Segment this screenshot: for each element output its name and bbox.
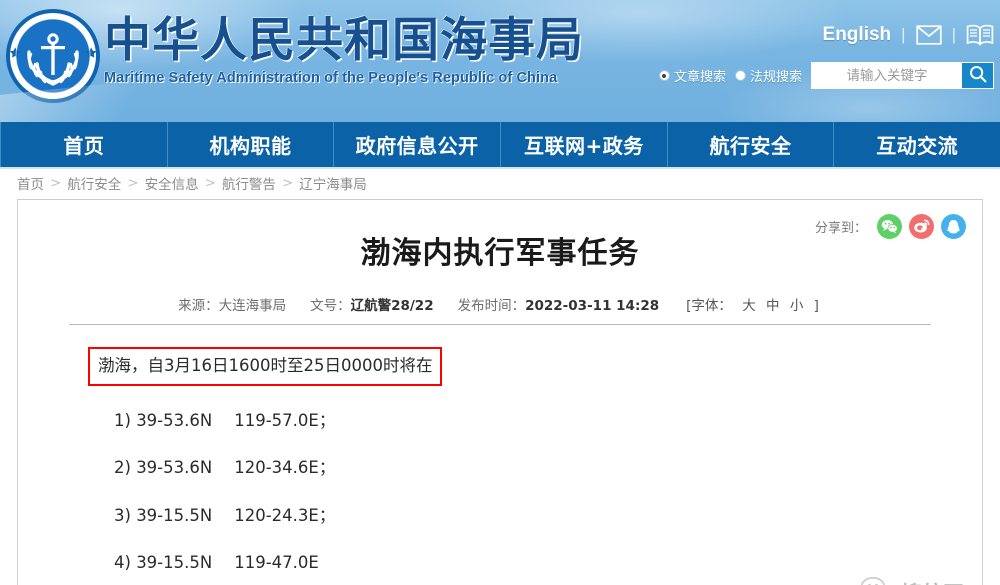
font-size-suffix: ]: [813, 298, 819, 314]
main-navigation: 首页 机构职能 政府信息公开 互联网+政务 航行安全 互动交流: [0, 122, 1000, 167]
breadcrumb-separator-3: >: [281, 175, 294, 191]
breadcrumb-separator-1: >: [127, 175, 139, 191]
nav-item-government-info[interactable]: 政府信息公开: [334, 122, 502, 167]
search-icon: [969, 65, 987, 86]
font-size-control: [字体： 大 中 小 ]: [683, 294, 822, 314]
brand-title-cn: 中华人民共和国海事局: [104, 13, 584, 68]
coordinate-line: 3) 39-15.5N 120-24.3E；: [88, 503, 912, 529]
nav-item-navigation-safety[interactable]: 航行安全: [668, 122, 835, 167]
meta-docnum-label: 文号：: [310, 298, 351, 314]
header-search: 文章搜索 法规搜索: [658, 62, 994, 89]
meta-source-value: 大连海事局: [218, 298, 287, 314]
search-button[interactable]: [962, 63, 993, 88]
breadcrumb-item-1[interactable]: 航行安全: [67, 173, 121, 193]
nav-item-organization[interactable]: 机构职能: [168, 122, 335, 167]
search-box: [811, 62, 994, 89]
link-separator-2: |: [951, 25, 956, 44]
coordinate-longitude: 119-57.0E；: [234, 410, 336, 430]
search-scope-article-label: 文章搜索: [673, 69, 726, 84]
font-size-large[interactable]: 大: [742, 298, 756, 314]
site-watermark: 搜航网: [860, 576, 964, 585]
breadcrumb-separator-0: >: [50, 175, 62, 191]
coordinate-latitude: 39-15.5N: [136, 505, 213, 525]
share-label: 分享到：: [814, 220, 867, 235]
site-header: 中华人民共和国海事局 Maritime Safety Administratio…: [0, 0, 1000, 122]
breadcrumb-separator-2: >: [204, 175, 216, 191]
coordinate-longitude: 120-34.6E；: [234, 458, 336, 478]
wechat-icon: [860, 576, 894, 585]
meta-source: 来源：大连海事局: [178, 294, 286, 314]
brand-title-en: Maritime Safety Administration of the Pe…: [104, 69, 558, 86]
meta-time-label: 发布时间：: [457, 298, 526, 314]
link-separator-1: |: [901, 25, 906, 44]
china-msa-emblem[interactable]: [5, 8, 101, 104]
coordinate-line: 1) 39-53.6N 119-57.0E；: [88, 408, 912, 434]
search-input[interactable]: [812, 63, 962, 88]
header-top-links: English | |: [823, 24, 994, 46]
nav-item-home[interactable]: 首页: [0, 122, 168, 167]
search-scope-regulation[interactable]: 法规搜索: [734, 66, 802, 85]
qq-share-icon[interactable]: [941, 214, 966, 239]
font-size-medium[interactable]: 中: [766, 298, 780, 314]
breadcrumb-item-4[interactable]: 辽宁海事局: [299, 173, 367, 193]
nav-item-interaction[interactable]: 互动交流: [834, 122, 1000, 167]
body-lead-paragraph: 渤海，自3月16日1600时至25日0000时将在: [88, 347, 912, 386]
wechat-share-icon[interactable]: [877, 214, 902, 239]
meta-publish-time: 发布时间：2022-03-11 14:28: [458, 294, 660, 314]
coordinate-index: 4): [114, 553, 131, 573]
article-meta: 来源：大连海事局 文号：辽航警28/22 发布时间：2022-03-11 14:…: [18, 294, 982, 314]
coordinate-latitude: 39-53.6N: [136, 410, 213, 430]
search-scope-regulation-label: 法规搜索: [749, 69, 802, 84]
radio-indicator-article[interactable]: [658, 70, 670, 81]
breadcrumb-item-2[interactable]: 安全信息: [145, 173, 199, 193]
book-icon[interactable]: [966, 24, 994, 46]
font-size-prefix: [字体：: [686, 298, 732, 314]
font-size-small[interactable]: 小: [790, 298, 804, 314]
article-body: 渤海，自3月16日1600时至25日0000时将在 1) 39-53.6N 119…: [18, 325, 982, 585]
coordinate-latitude: 39-53.6N: [136, 458, 213, 478]
mail-icon[interactable]: [915, 25, 942, 45]
weibo-share-icon[interactable]: [909, 214, 934, 239]
search-scope-article[interactable]: 文章搜索: [658, 66, 726, 85]
coordinate-index: 2): [114, 458, 131, 478]
coordinate-longitude: 120-24.3E；: [234, 505, 336, 525]
share-bar: 分享到：: [815, 214, 966, 239]
breadcrumb-item-3[interactable]: 航行警告: [222, 173, 276, 193]
meta-time-value: 2022-03-11 14:28: [525, 298, 660, 314]
coordinate-latitude: 39-15.5N: [136, 553, 213, 573]
radio-indicator-regulation[interactable]: [734, 70, 746, 81]
english-link[interactable]: English: [823, 24, 892, 46]
lead-highlight-box: 渤海，自3月16日1600时至25日0000时将在: [88, 347, 443, 386]
meta-docnum: 文号：辽航警28/22: [310, 294, 434, 314]
breadcrumb-item-0[interactable]: 首页: [17, 173, 44, 193]
coordinate-index: 3): [114, 505, 131, 525]
coordinate-longitude: 119-47.0E: [234, 553, 319, 573]
coordinate-index: 1): [114, 410, 131, 430]
coordinate-line: 4) 39-15.5N 119-47.0E: [88, 550, 912, 576]
meta-docnum-value: 辽航警28/22: [350, 298, 434, 314]
site-brand: 中华人民共和国海事局 Maritime Safety Administratio…: [104, 16, 584, 86]
article-card: 分享到： 渤海内执行军事任务 来源：大连海事局 文号：辽航警28/22 发布时间…: [17, 199, 983, 585]
coordinate-line: 2) 39-53.6N 120-34.6E；: [88, 455, 912, 481]
watermark-text: 搜航网: [901, 578, 964, 585]
nav-item-internet-plus[interactable]: 互联网+政务: [501, 122, 668, 167]
breadcrumb: 首页 > 航行安全 > 安全信息 > 航行警告 > 辽宁海事局: [0, 167, 1000, 199]
meta-source-label: 来源：: [178, 298, 219, 314]
